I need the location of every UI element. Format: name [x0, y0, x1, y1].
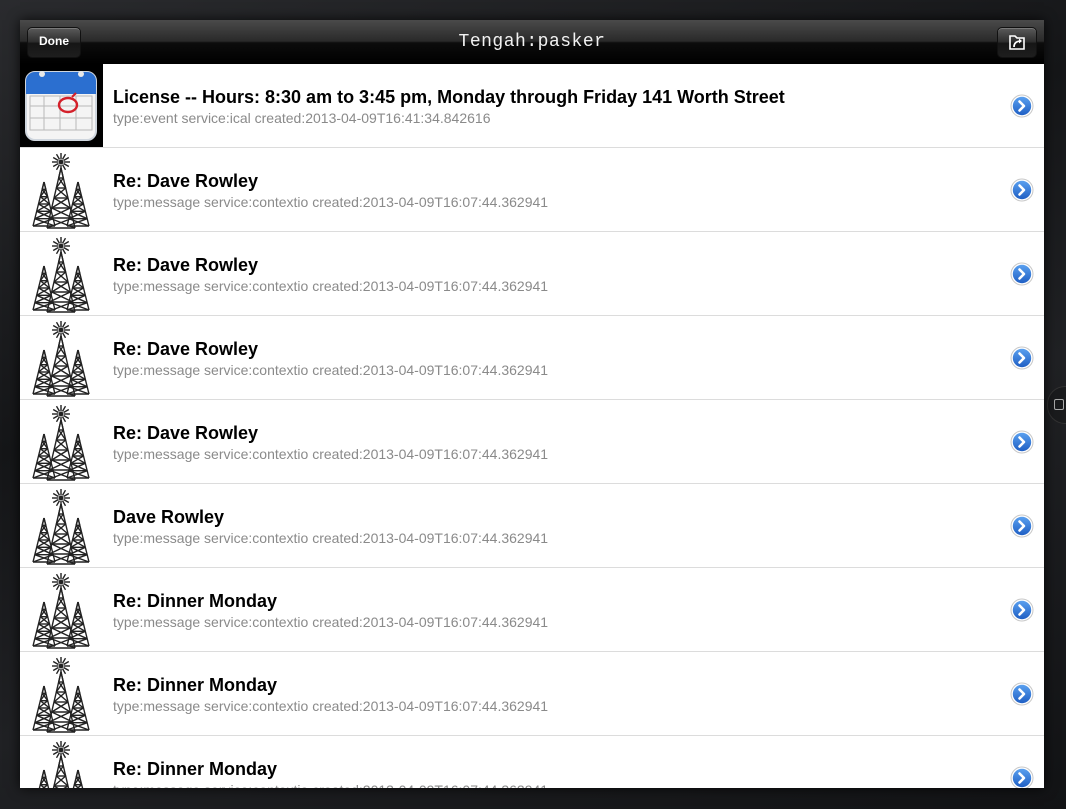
disclosure-chevron-icon[interactable]	[1010, 262, 1034, 286]
radio-tower-icon	[20, 232, 103, 315]
item-subtitle: type:message service:contextio created:2…	[113, 698, 549, 714]
item-list: License -- Hours: 8:30 am to 3:45 pm, Mo…	[20, 64, 1044, 788]
item-subtitle: type:message service:contextio created:2…	[113, 446, 549, 462]
item-title: Re: Dave Rowley	[113, 339, 259, 359]
radio-tower-icon	[20, 568, 103, 651]
item-title: Re: Dinner Monday	[113, 675, 278, 695]
list-item[interactable]: Re: Dinner Monday type:message service:c…	[20, 652, 1044, 736]
disclosure-chevron-icon[interactable]	[1010, 766, 1034, 788]
list-item[interactable]: License -- Hours: 8:30 am to 3:45 pm, Mo…	[20, 64, 1044, 148]
list-item[interactable]: Re: Dinner Monday type:message service:c…	[20, 736, 1044, 788]
list-item[interactable]: Dave Rowley type:message service:context…	[20, 484, 1044, 568]
radio-tower-icon	[20, 736, 103, 788]
share-folder-icon	[1009, 35, 1025, 50]
nav-title: Tengah:pasker	[458, 32, 606, 52]
disclosure-chevron-icon[interactable]	[1010, 598, 1034, 622]
item-title: Re: Dave Rowley	[113, 255, 259, 275]
disclosure-chevron-icon[interactable]	[1010, 430, 1034, 454]
item-title: Re: Dave Rowley	[113, 423, 259, 443]
item-subtitle: type:message service:contextio created:2…	[113, 530, 549, 546]
item-subtitle: type:event service:ical created:2013-04-…	[113, 110, 491, 126]
item-subtitle: type:message service:contextio created:2…	[113, 362, 549, 378]
message-thumbnail	[20, 484, 103, 567]
navigation-bar: Done Tengah:pasker	[20, 20, 1044, 65]
disclosure-chevron-icon[interactable]	[1010, 682, 1034, 706]
radio-tower-icon	[20, 652, 103, 735]
disclosure-chevron-icon[interactable]	[1010, 178, 1034, 202]
message-thumbnail	[20, 232, 103, 315]
message-thumbnail	[20, 568, 103, 651]
radio-tower-icon	[20, 316, 103, 399]
item-title: Re: Dave Rowley	[113, 171, 259, 191]
item-title: Dave Rowley	[113, 507, 225, 527]
item-subtitle: type:message service:contextio created:2…	[113, 194, 549, 210]
message-thumbnail	[20, 148, 103, 231]
list-item[interactable]: Re: Dave Rowley type:message service:con…	[20, 400, 1044, 484]
calendar-icon	[20, 64, 103, 147]
modal-sheet: Done Tengah:pasker License -- Hours: 8:3…	[20, 20, 1044, 788]
item-title: Re: Dinner Monday	[113, 591, 278, 611]
radio-tower-icon	[20, 400, 103, 483]
list-item[interactable]: Re: Dave Rowley type:message service:con…	[20, 316, 1044, 400]
message-thumbnail	[20, 736, 103, 788]
list-item[interactable]: Re: Dave Rowley type:message service:con…	[20, 148, 1044, 232]
item-subtitle: type:message service:contextio created:2…	[113, 782, 548, 788]
list-item[interactable]: Re: Dinner Monday type:message service:c…	[20, 568, 1044, 652]
square-icon	[1054, 399, 1064, 410]
event-thumbnail	[20, 64, 103, 147]
radio-tower-icon	[20, 484, 103, 567]
message-thumbnail	[20, 400, 103, 483]
message-thumbnail	[20, 316, 103, 399]
disclosure-chevron-icon[interactable]	[1010, 514, 1034, 538]
item-subtitle: type:message service:contextio created:2…	[113, 278, 549, 294]
list-item[interactable]: Re: Dave Rowley type:message service:con…	[20, 232, 1044, 316]
item-title: License -- Hours: 8:30 am to 3:45 pm, Mo…	[113, 87, 785, 107]
disclosure-chevron-icon[interactable]	[1010, 94, 1034, 118]
disclosure-chevron-icon[interactable]	[1010, 346, 1034, 370]
item-subtitle: type:message service:contextio created:2…	[113, 614, 549, 630]
action-button[interactable]	[997, 27, 1037, 58]
item-title: Re: Dinner Monday	[113, 759, 278, 779]
message-thumbnail	[20, 652, 103, 735]
radio-tower-icon	[20, 148, 103, 231]
